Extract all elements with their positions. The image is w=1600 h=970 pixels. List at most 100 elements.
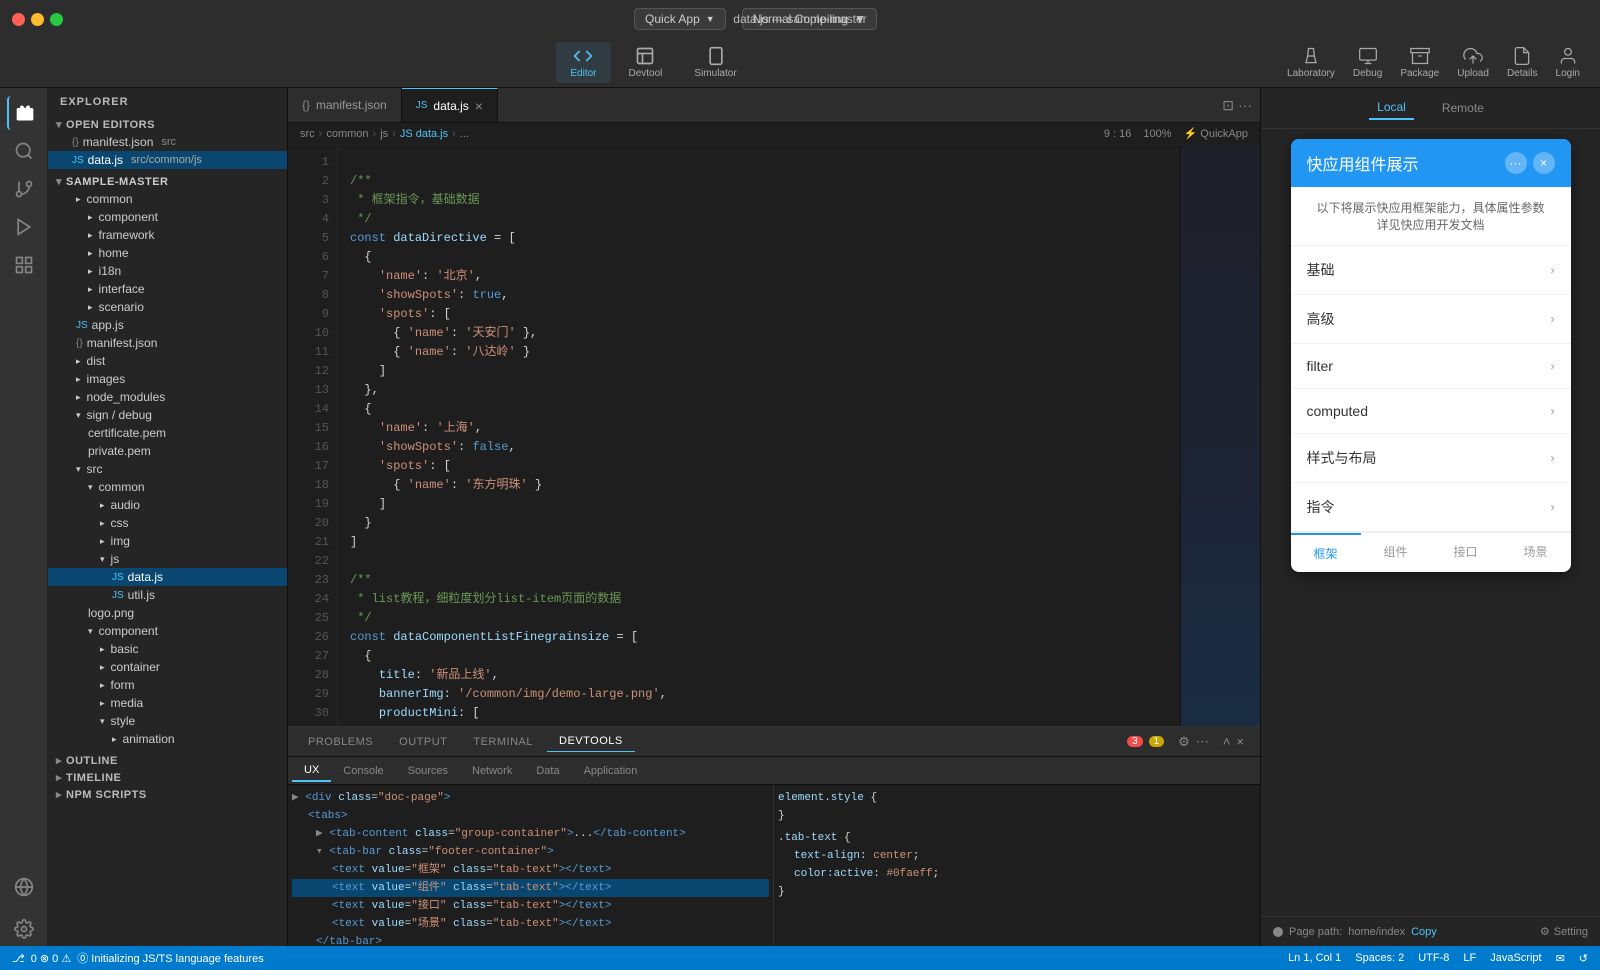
sidebar-item-style[interactable]: ▾style <box>48 712 287 730</box>
panel-close-icon[interactable]: × <box>1236 734 1244 749</box>
sidebar-item-component[interactable]: ▸component <box>48 208 287 226</box>
sim-menu-style[interactable]: 样式与布局 › <box>1291 434 1571 483</box>
sidebar-item-private[interactable]: private.pem <box>48 442 287 460</box>
sidebar-item-utiljs[interactable]: JS util.js <box>48 586 287 604</box>
sidebar-item-sign-debug[interactable]: ▾sign / debug <box>48 406 287 424</box>
search-activity-icon[interactable] <box>7 134 41 168</box>
sidebar-item-appjs[interactable]: JS app.js <box>48 316 287 334</box>
sidebar-item-home[interactable]: ▸home <box>48 244 287 262</box>
sim-menu-filter[interactable]: filter › <box>1291 344 1571 389</box>
sidebar-item-manifestjson[interactable]: {} manifest.json <box>48 334 287 352</box>
sidebar-item-images[interactable]: ▸images <box>48 370 287 388</box>
tab-data-js[interactable]: JS data.js × <box>402 88 498 122</box>
sb-sync-icon[interactable]: ↺ <box>1579 952 1588 965</box>
tab-manifest-json[interactable]: {} manifest.json <box>288 88 402 122</box>
sb-errors[interactable]: 0 ⊗ 0 ⚠ <box>31 952 72 965</box>
minimize-button[interactable] <box>31 13 44 26</box>
sidebar-item-interface[interactable]: ▸interface <box>48 280 287 298</box>
quick-app-selector[interactable]: Quick App ▼ <box>634 8 726 30</box>
sidebar-item-src[interactable]: ▾src <box>48 460 287 478</box>
sidebar-item-node-modules[interactable]: ▸node_modules <box>48 388 287 406</box>
more-actions-icon[interactable]: ··· <box>1238 97 1252 114</box>
sidebar-item-logopng[interactable]: logo.png <box>48 604 287 622</box>
sidebar-item-media[interactable]: ▸media <box>48 694 287 712</box>
open-editor-manifest[interactable]: {} manifest.json src <box>48 133 287 151</box>
sb-git-icon[interactable]: ⎇ <box>12 952 25 965</box>
sim-tab-framework[interactable]: 框架 <box>1291 533 1361 572</box>
sim-menu-directive[interactable]: 指令 › <box>1291 483 1571 532</box>
outline-section[interactable]: ▸ OUTLINE <box>48 752 287 769</box>
package-button[interactable]: Package <box>1400 46 1439 79</box>
terminal-tab[interactable]: TERMINAL <box>461 732 545 752</box>
open-editors-section[interactable]: ▾ OPEN EDITORS <box>48 116 287 133</box>
explorer-activity-icon[interactable] <box>7 96 41 130</box>
sb-encoding[interactable]: UTF-8 <box>1418 952 1449 964</box>
sources-sub-tab[interactable]: Sources <box>396 761 460 781</box>
extensions-activity-icon[interactable] <box>7 248 41 282</box>
sb-spaces[interactable]: Spaces: 2 <box>1355 952 1404 964</box>
sb-language[interactable]: JavaScript <box>1490 952 1541 964</box>
sidebar-item-css[interactable]: ▸css <box>48 514 287 532</box>
code-editor[interactable]: /** * 框架指令，基础数据 */ const dataDirective =… <box>338 145 1260 726</box>
close-button[interactable] <box>12 13 25 26</box>
setting-button[interactable]: ⚙ Setting <box>1540 925 1588 938</box>
network-sub-tab[interactable]: Network <box>460 761 524 781</box>
laboratory-button[interactable]: Laboratory <box>1287 46 1335 79</box>
simulator-tool-button[interactable]: Simulator <box>680 42 750 83</box>
sim-menu-basic[interactable]: 基础 › <box>1291 246 1571 295</box>
editor-tool-button[interactable]: Editor <box>556 42 610 83</box>
login-button[interactable]: Login <box>1556 46 1580 79</box>
timeline-section[interactable]: ▸ TIMELINE <box>48 769 287 786</box>
problems-tab[interactable]: PROBLEMS <box>296 732 385 752</box>
sim-menu-computed[interactable]: computed › <box>1291 389 1571 434</box>
details-button[interactable]: Details <box>1507 46 1538 79</box>
sidebar-item-common[interactable]: ▸common <box>48 190 287 208</box>
debug-button[interactable]: Debug <box>1353 46 1382 79</box>
source-control-activity-icon[interactable] <box>7 172 41 206</box>
split-editor-icon[interactable]: ⊡ <box>1222 97 1234 114</box>
sample-master-section[interactable]: ▾ SAMPLE-MASTER <box>48 173 287 190</box>
sidebar-item-js[interactable]: ▾js <box>48 550 287 568</box>
sidebar-item-dist[interactable]: ▸dist <box>48 352 287 370</box>
settings-activity-icon[interactable] <box>7 912 41 946</box>
local-tab[interactable]: Local <box>1369 96 1414 120</box>
upload-button[interactable]: Upload <box>1457 46 1489 79</box>
panel-more-icon[interactable]: ⋯ <box>1196 734 1209 750</box>
sidebar-item-certificate[interactable]: certificate.pem <box>48 424 287 442</box>
sidebar-item-i18n[interactable]: ▸i18n <box>48 262 287 280</box>
output-tab[interactable]: OUTPUT <box>387 732 459 752</box>
sidebar-item-form[interactable]: ▸form <box>48 676 287 694</box>
copy-link[interactable]: Copy <box>1411 926 1437 938</box>
sidebar-item-basic[interactable]: ▸basic <box>48 640 287 658</box>
remote-activity-icon[interactable] <box>7 870 41 904</box>
sb-position[interactable]: Ln 1, Col 1 <box>1288 952 1341 964</box>
sim-more-icon[interactable]: ··· <box>1505 152 1527 174</box>
maximize-button[interactable] <box>50 13 63 26</box>
data-sub-tab[interactable]: Data <box>524 761 571 781</box>
datajs-tab-close-icon[interactable]: × <box>475 98 483 114</box>
sidebar-item-img[interactable]: ▸img <box>48 532 287 550</box>
npm-scripts-section[interactable]: ▸ NPM SCRIPTS <box>48 786 287 803</box>
open-editor-datajs[interactable]: JS data.js src/common/js <box>48 151 287 169</box>
sidebar-item-framework[interactable]: ▸framework <box>48 226 287 244</box>
application-sub-tab[interactable]: Application <box>572 761 650 781</box>
sidebar-item-container[interactable]: ▸container <box>48 658 287 676</box>
sidebar-item-datajs-active[interactable]: JS data.js <box>48 568 287 586</box>
sb-line-ending[interactable]: LF <box>1463 952 1476 964</box>
sim-menu-advanced[interactable]: 高级 › <box>1291 295 1571 344</box>
debug-activity-icon[interactable] <box>7 210 41 244</box>
sim-tab-scene[interactable]: 场景 <box>1501 533 1571 572</box>
devtool-tool-button[interactable]: Devtool <box>615 42 677 83</box>
sidebar-item-audio[interactable]: ▸audio <box>48 496 287 514</box>
sidebar-item-component-src[interactable]: ▾component <box>48 622 287 640</box>
sidebar-item-common-src[interactable]: ▾common <box>48 478 287 496</box>
devtools-tab[interactable]: DEVTOOLS <box>547 731 635 752</box>
sidebar-item-scenario[interactable]: ▸scenario <box>48 298 287 316</box>
panel-gear-icon[interactable]: ⚙ <box>1178 734 1190 750</box>
sim-tab-interface[interactable]: 接口 <box>1431 533 1501 572</box>
remote-tab[interactable]: Remote <box>1434 97 1492 119</box>
console-sub-tab[interactable]: Console <box>331 761 395 781</box>
sim-close-icon[interactable]: × <box>1533 152 1555 174</box>
sim-tab-component[interactable]: 组件 <box>1361 533 1431 572</box>
panel-minimize-icon[interactable]: ˄ <box>1223 734 1231 749</box>
